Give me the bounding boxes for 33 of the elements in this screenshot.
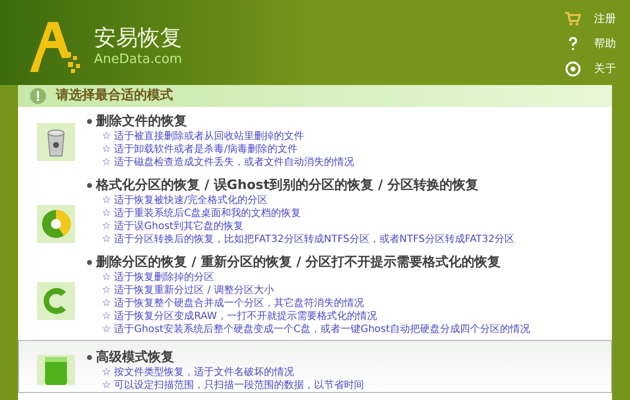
trash-can-icon [37, 123, 75, 161]
mode-title[interactable]: 格式化分区的恢复 / 误Ghost到别的分区的恢复 / 分区转换的恢复 [96, 177, 478, 194]
battery-icon [37, 355, 75, 385]
feature-item: ☆ 适于重装系统后C盘桌面和我的文档的恢复 [102, 207, 302, 220]
app-title: 安易恢复 [94, 26, 182, 52]
bullet-icon [87, 260, 92, 265]
feature-item: ☆ 适于分区转换后的恢复，比如把FAT32分区转成NTFS分区，或者NTFS分区转成FAT32分区 [102, 233, 515, 246]
selected-mode-panel[interactable]: 高级模式恢复 ☆ 按文件类型恢复，适于文件名破坏的情况 ☆ 可以设定扫描范围，只扫描一段范围的数据，以节省时间 [18, 340, 612, 393]
pie-chart-icon [37, 205, 75, 243]
cart-icon [565, 12, 581, 26]
bullet-icon [87, 355, 92, 360]
feature-item: ☆ 适于误Ghost到其它盘的恢复 [102, 220, 244, 233]
bullet-icon [87, 119, 92, 124]
feature-item: ☆ 适于Ghost安装系统后整个硬盘变成一个C盘，或者一键Ghost自动把硬盘分成四个分区的情况 [102, 323, 530, 336]
feature-item: ☆ 适于恢复重新分过区 / 调整分区大小 [102, 284, 275, 297]
feature-item: ☆ 适于恢复删除掉的分区 [102, 271, 216, 284]
banner-text: 请选择最合适的模式 [56, 87, 173, 106]
target-icon [565, 61, 581, 77]
feature-item: ☆ 适于被直接删除或者从回收站里删掉的文件 [102, 130, 306, 143]
website-label: AneData.com [94, 52, 182, 68]
feature-item: ☆ 按文件类型恢复，适于文件名破坏的情况 [102, 366, 296, 379]
mode-title[interactable]: 删除文件的恢复 [96, 113, 187, 130]
letter-c-icon [37, 282, 75, 320]
feature-item: ☆ 适于恢复被快速/完全格式化的分区 [102, 194, 269, 207]
mode-title[interactable]: 高级模式恢复 [96, 349, 174, 366]
feature-item: ☆ 适于卸载软件或者是杀毒/病毒删除的文件 [102, 143, 299, 156]
exclamation-icon [30, 88, 46, 104]
mode-title[interactable]: 删除分区的恢复 / 重新分区的恢复 / 分区打不开提示需要格式化的恢复 [96, 254, 501, 271]
feature-item: ☆ 适于磁盘检查造成文件丢失，或者文件自动消失的情况 [102, 156, 354, 169]
feature-item: ☆ 适于恢复整个硬盘合并成一个分区，其它盘符消失的情况 [102, 297, 366, 310]
feature-item: ☆ 适于恢复分区变成RAW，一打不开就提示需要格式化的情况 [102, 310, 378, 323]
bullet-icon [87, 183, 92, 188]
feature-item: ☆ 可以设定扫描范围，只扫描一段范围的数据，以节省时间 [102, 379, 364, 392]
